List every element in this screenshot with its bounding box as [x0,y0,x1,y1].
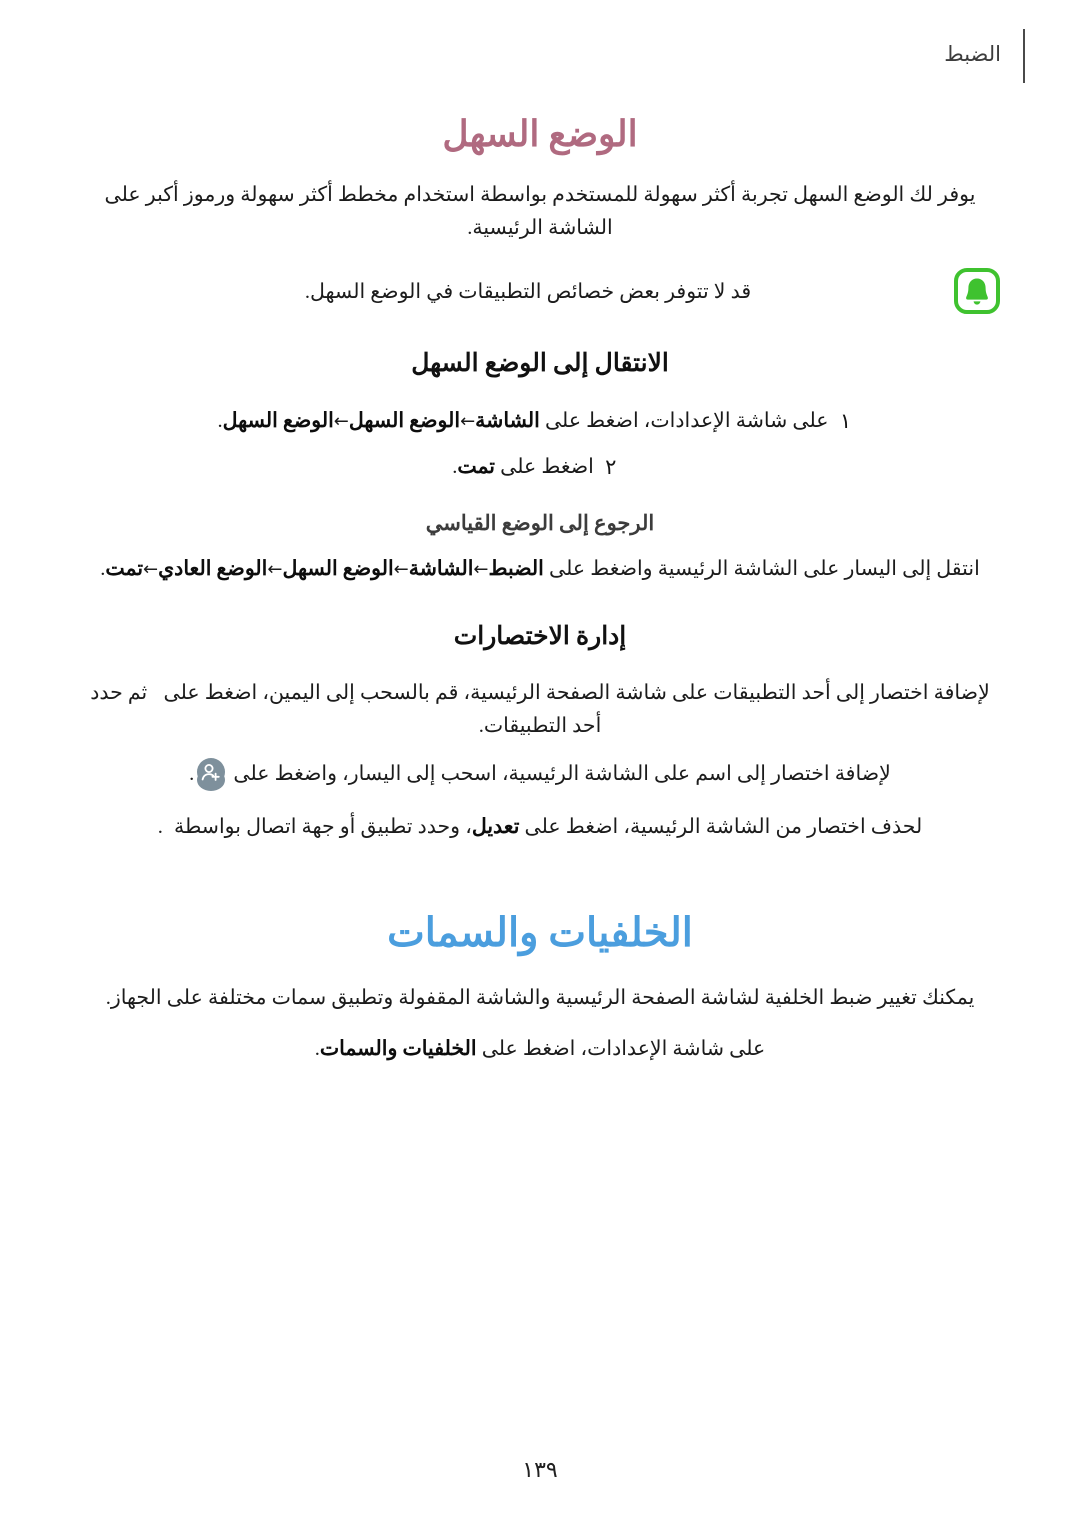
step-prefix: اضغط على [495,455,594,478]
shortcut-delete-part2: ، وحدد تطبيق أو جهة اتصال بواسطة [168,815,472,838]
shortcut-add-contact-part1: لإضافة اختصار إلى اسم على الشاشة الرئيسي… [228,762,891,785]
wallpapers-prefix: على شاشة الإعدادات، اضغط على [476,1038,766,1061]
heading-return-to-standard-mode: الرجوع إلى الوضع القياسي [425,511,655,536]
manual-page: الضبط الوضع السهل يوفر لك الوضع السهل تج… [0,0,1080,1527]
revert-bold-done: تمت [105,558,144,581]
wallpapers-intro-paragraph: يمكنك تغيير ضبط الخلفية لشاشة الصفحة الر… [105,986,975,1009]
page-content: الوضع السهل يوفر لك الوضع السهل تجربة أك… [80,112,1000,1080]
step-text: على شاشة الإعدادات، اضغط على الشاشة←الوض… [217,405,828,438]
step-bold-easy-mode-2: الوضع السهل [222,409,334,432]
step-bold-screen: الشاشة [475,409,540,432]
shortcut-delete-part1: لحذف اختصار من الشاشة الرئيسية، اضغط على [519,815,923,838]
revert-bold-settings: الضبط [488,558,544,581]
bell-notice-icon [954,268,1000,315]
step-item: ١ على شاشة الإعدادات، اضغط على الشاشة←ال… [80,405,1000,439]
note-text: قد لا تتوفر بعض خصائص التطبيقات في الوضع… [304,281,752,304]
heading-managing-shortcuts: إدارة الاختصارات [453,622,627,650]
revert-prefix: انتقل إلى اليسار على الشاشة الرئيسية واض… [543,558,980,581]
revert-bold-screen: الشاشة [408,558,474,581]
header-divider-rule [1023,29,1025,83]
arrow-icon: ← [393,559,409,581]
wallpapers-bold-menu: الخلفيات والسمات [319,1038,477,1061]
arrow-icon: ← [143,559,159,581]
step-bold-done: تمت [457,455,495,478]
shortcut-add-contact-part2: . [189,762,195,785]
running-header: الضبط [0,26,1080,86]
header-section-label: الضبط [944,41,1001,66]
step-prefix: على شاشة الإعدادات، اضغط على [539,409,829,432]
step-item: ٢ اضغط على تمت. [80,451,1000,485]
shortcut-delete-bold-edit: تعديل [471,815,520,838]
page-number: ١٣٩ [522,1457,558,1482]
shortcut-add-app-paragraph: لإضافة اختصار إلى أحد التطبيقات على شاشة… [80,677,1000,743]
step-bold-easy-mode-1: الوضع السهل [348,409,461,432]
shortcut-add-app-part1: لإضافة اختصار إلى أحد التطبيقات على شاشة… [158,682,990,705]
revert-instruction-paragraph: انتقل إلى اليسار على الشاشة الرئيسية واض… [80,553,1000,586]
arrow-icon: ← [267,559,283,581]
heading-switch-to-easy-mode: الانتقال إلى الوضع السهل [411,350,669,378]
wallpapers-instruction-paragraph: على شاشة الإعدادات، اضغط على الخلفيات وا… [80,1033,1000,1066]
arrow-icon: ← [460,410,476,432]
step-text: اضغط على تمت. [452,451,594,484]
steps-list-switch: ١ على شاشة الإعدادات، اضغط على الشاشة←ال… [80,405,1000,484]
page-title-wallpapers-themes: الخلفيات والسمات [387,909,693,955]
revert-bold-standard-mode: الوضع العادي [158,558,268,581]
shortcut-add-contact-paragraph: لإضافة اختصار إلى اسم على الشاشة الرئيسي… [80,757,1000,797]
add-contact-icon [197,757,226,797]
step-number: ١ [839,408,852,433]
easy-mode-intro-paragraph: يوفر لك الوضع السهل تجربة أكثر سهولة للم… [104,184,976,240]
shortcut-delete-paragraph: لحذف اختصار من الشاشة الرئيسية، اضغط على… [80,811,1000,844]
shortcut-delete-part3: . [157,815,163,838]
arrow-icon: ← [473,559,489,581]
note-callout: قد لا تتوفر بعض خصائص التطبيقات في الوضع… [80,268,1000,315]
revert-bold-easy-mode: الوضع السهل [282,558,394,581]
arrow-icon: ← [333,410,349,432]
step-number: ٢ [605,454,617,479]
page-title-easy-mode: الوضع السهل [442,114,638,154]
